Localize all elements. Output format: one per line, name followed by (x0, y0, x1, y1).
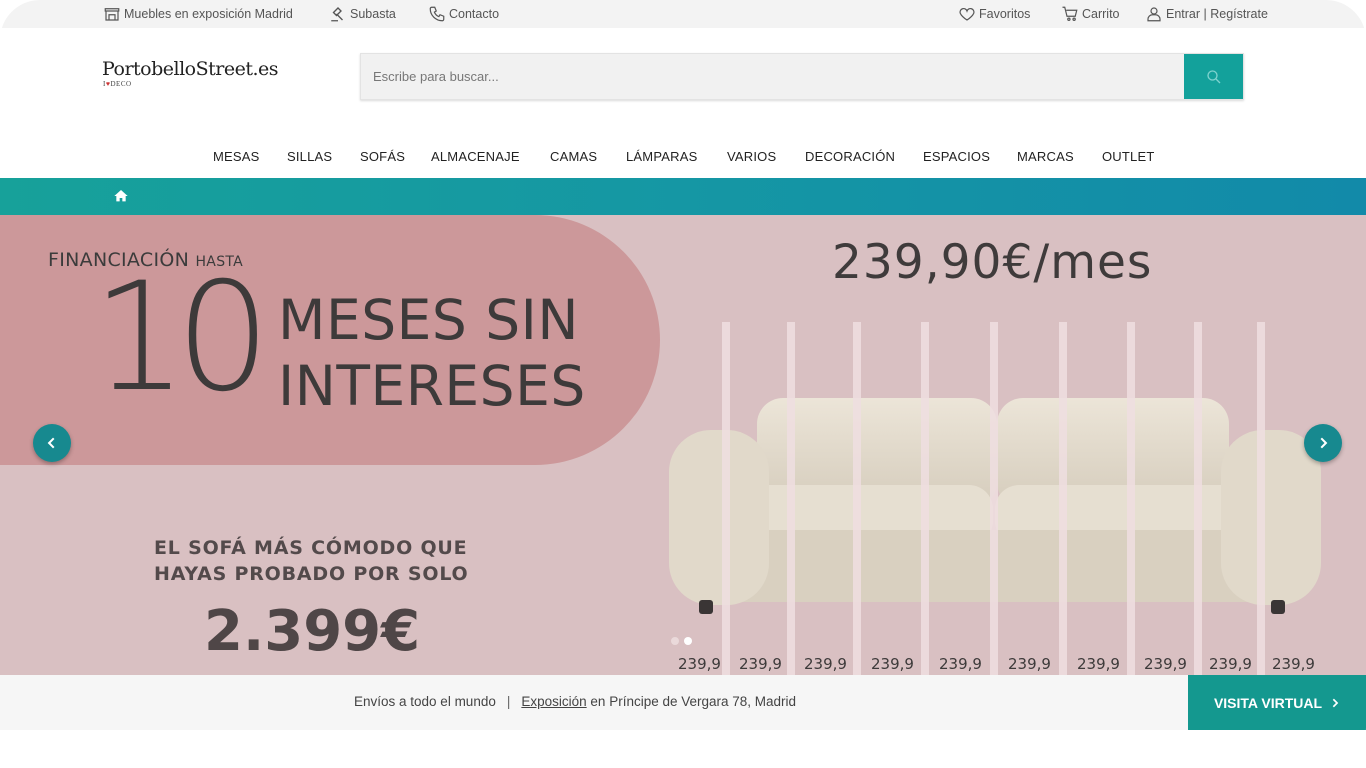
nav-item-lamparas[interactable]: LÁMPARAS (626, 149, 697, 164)
slogan-line-1: EL SOFÁ MÁS CÓMODO QUE (154, 537, 468, 559)
nav-item-sofas[interactable]: SOFÁS (360, 149, 405, 164)
slider-dot-2[interactable] (684, 637, 692, 645)
big-number: 10 (92, 251, 271, 425)
exhibition-link[interactable]: Exposición (521, 694, 586, 709)
search-bar (360, 53, 1244, 100)
monthly-price: 239,90€/mes (832, 235, 1153, 290)
search-icon (1206, 69, 1220, 83)
cart-icon (1062, 6, 1078, 21)
gavel-icon (331, 7, 343, 22)
virtual-visit-label: VISITA VIRTUAL (1213, 694, 1323, 711)
search-button[interactable] (1184, 54, 1243, 99)
stripe-label: 239,9 (804, 655, 847, 673)
favorites-link[interactable]: Favoritos (958, 5, 1030, 23)
slogan: EL SOFÁ MÁS CÓMODO QUE HAYAS PROBADO POR… (154, 535, 469, 587)
hero-slider: FINANCIACIÓN HASTA 10 MESES SIN INTERESE… (0, 215, 1366, 675)
favorites-label: Favoritos (979, 7, 1031, 21)
search-input[interactable] (361, 54, 1186, 99)
stripe-label: 239,9 (739, 655, 782, 673)
headline-line-2: INTERESES (278, 354, 586, 418)
price-stripe (921, 322, 929, 675)
logo-tagline-suffix: DECO (110, 80, 132, 88)
slogan-line-2: HAYAS PROBADO POR SOLO (154, 563, 469, 585)
nav-item-varios[interactable]: VARIOS (727, 149, 776, 164)
nav-item-outlet[interactable]: OUTLET (1102, 149, 1154, 164)
utility-bar: Muebles en exposición Madrid Subasta Con… (0, 0, 1366, 28)
chevron-right-icon (1332, 698, 1339, 707)
exhibition-address: en Príncipe de Vergara 78, Madrid (590, 694, 797, 709)
price-stripe (990, 322, 998, 675)
auction-link[interactable]: Subasta (329, 5, 396, 23)
stripe-label: 239,9 (871, 655, 914, 673)
nav-item-marcas[interactable]: MARCAS (1017, 149, 1074, 164)
stripe-label: 239,9 (1144, 655, 1187, 673)
login-link[interactable]: Entrar | Regístrate (1145, 5, 1268, 23)
separator: | (506, 694, 511, 709)
store-icon (104, 8, 120, 21)
nav-item-sillas[interactable]: SILLAS (287, 149, 332, 164)
price-stripe (722, 322, 730, 675)
stripe-label: 239,9 (1077, 655, 1120, 673)
chevron-right-icon (1320, 437, 1328, 449)
stripe-label: 239,9 (939, 655, 982, 673)
cart-link[interactable]: Carrito (1061, 5, 1120, 23)
price-stripe (853, 322, 861, 675)
price-stripe (1194, 322, 1202, 675)
phone-icon (429, 6, 445, 22)
price-stripe (1257, 322, 1265, 675)
headline-line-1: MESES SIN (278, 288, 580, 352)
contact-link[interactable]: Contacto (428, 5, 499, 23)
site-logo[interactable]: PortobelloStreet.es I♥DECO (102, 58, 279, 88)
info-bar: Envíos a todo el mundo | Exposición en Prí… (0, 675, 1366, 730)
contact-label: Contacto (449, 7, 500, 21)
slider-dot-1[interactable] (671, 637, 679, 645)
headline: MESES SIN INTERESES (278, 287, 586, 419)
price-stripe (787, 322, 795, 675)
price-stripe (1059, 322, 1067, 675)
next-slide-button[interactable] (1304, 424, 1342, 462)
page-frame: Muebles en exposición Madrid Subasta Con… (0, 0, 1366, 768)
logo-text: PortobelloStreet.es (102, 58, 279, 80)
virtual-visit-button[interactable]: VISITA VIRTUAL (1188, 675, 1366, 730)
nav-item-camas[interactable]: CAMAS (550, 149, 597, 164)
stripe-label: 239,9 (678, 655, 721, 673)
breadcrumb (0, 178, 1366, 215)
main-nav: MESAS SILLAS SOFÁS ALMACENAJE CAMAS LÁMP… (0, 146, 1366, 168)
stripe-label: 239,9 (1209, 655, 1252, 673)
cart-label: Carrito (1082, 7, 1120, 21)
price-stripe (1127, 322, 1135, 675)
showroom-label: Muebles en exposición Madrid (124, 7, 293, 21)
showroom-link[interactable]: Muebles en exposición Madrid (103, 5, 293, 23)
shipping-info: Envíos a todo el mundo | Exposición en Prí… (354, 694, 796, 709)
user-icon (1147, 7, 1161, 22)
shipping-text: Envíos a todo el mundo (354, 694, 496, 709)
prev-slide-button[interactable] (33, 424, 71, 462)
nav-item-almacenaje[interactable]: ALMACENAJE (431, 149, 520, 164)
chevron-left-icon (47, 437, 55, 449)
nav-item-decoracion[interactable]: DECORACIÓN (805, 149, 895, 164)
sofa-price: 2.399€ (204, 599, 421, 664)
login-label: Entrar | Regístrate (1166, 7, 1268, 21)
stripe-label: 239,9 (1008, 655, 1051, 673)
slider-dots (671, 637, 692, 645)
nav-item-mesas[interactable]: MESAS (213, 149, 260, 164)
heart-icon (959, 7, 975, 21)
logo-tagline: I♥DECO (103, 80, 132, 88)
stripe-label: 239,9 (1272, 655, 1315, 673)
nav-item-espacios[interactable]: ESPACIOS (923, 149, 990, 164)
home-icon[interactable] (113, 188, 129, 204)
auction-label: Subasta (350, 7, 396, 21)
